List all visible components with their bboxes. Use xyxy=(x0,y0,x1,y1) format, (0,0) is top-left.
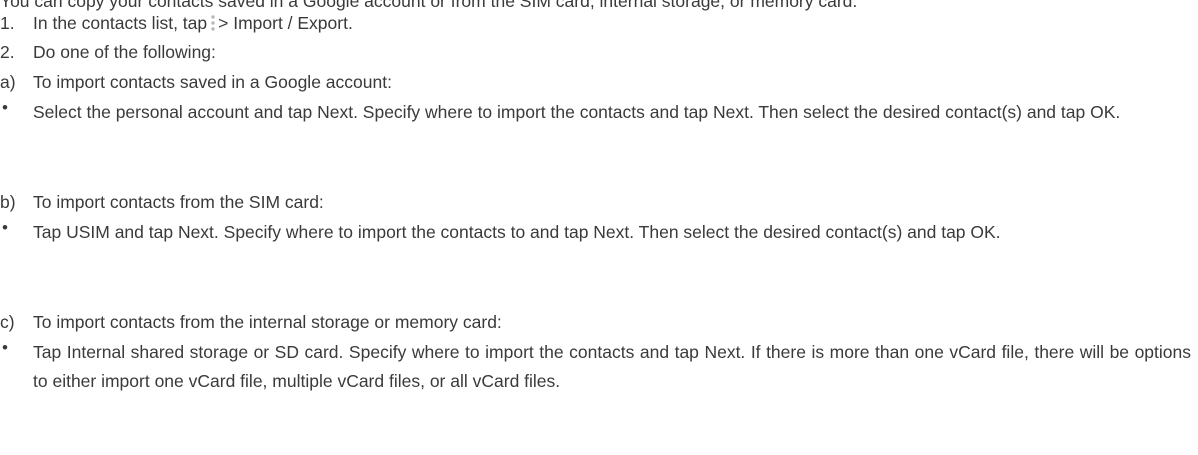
option-c-detail: • Tap Internal shared storage or SD card… xyxy=(0,338,1198,396)
option-marker: c) xyxy=(0,312,15,332)
option-heading-text: To import contacts saved in a Google acc… xyxy=(33,72,392,92)
option-detail-text: Tap USIM and tap Next. Specify where to … xyxy=(33,222,1001,242)
step-text: In the contacts list, tap > Import / Exp… xyxy=(33,13,353,33)
bullet: • xyxy=(2,98,8,117)
lead-paragraph: You can copy your contacts saved in a Go… xyxy=(0,0,858,11)
step-text: Do one of the following: xyxy=(33,42,216,62)
option-marker: b) xyxy=(0,192,16,212)
option-detail-text: Tap Internal shared storage or SD card. … xyxy=(33,342,1191,391)
option-heading-text: To import contacts from the SIM card: xyxy=(33,192,324,212)
manual-page: You can copy your contacts saved in a Go… xyxy=(0,0,1198,455)
step-number: 2. xyxy=(0,42,15,62)
option-detail-text: Select the personal account and tap Next… xyxy=(33,102,1121,122)
bullet: • xyxy=(2,338,8,357)
option-a-detail: • Select the personal account and tap Ne… xyxy=(0,98,1198,156)
more-options-icon xyxy=(211,15,215,31)
bullet: • xyxy=(2,218,8,237)
step-text-after-icon: > Import / Export. xyxy=(218,13,353,33)
step-text-before-icon: In the contacts list, tap xyxy=(33,13,208,33)
option-heading-text: To import contacts from the internal sto… xyxy=(33,312,502,332)
option-marker: a) xyxy=(0,72,16,92)
step-number: 1. xyxy=(0,13,15,33)
option-b-detail: • Tap USIM and tap Next. Specify where t… xyxy=(0,218,1198,276)
